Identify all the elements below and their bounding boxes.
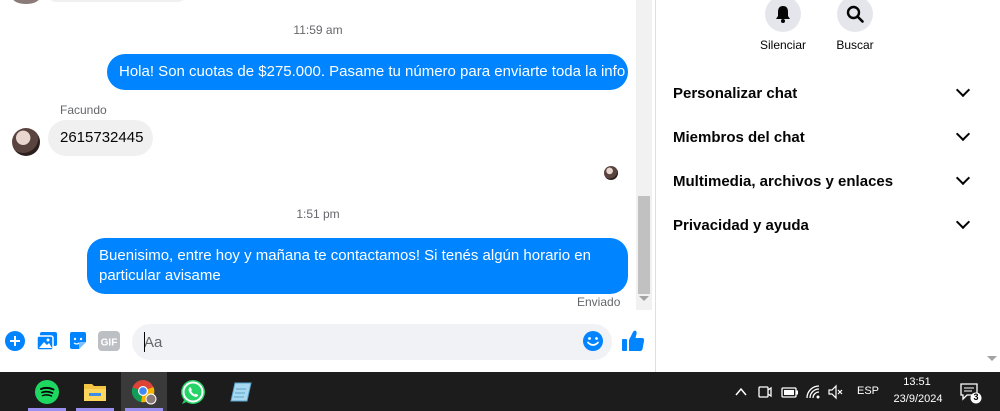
section-customize-chat[interactable]: Personalizar chat (664, 73, 974, 113)
section-title: Miembros del chat (673, 128, 805, 146)
message-status: Enviado (577, 295, 621, 309)
spotify-icon[interactable] (24, 372, 70, 411)
mute-label: Silenciar (759, 38, 807, 52)
chat-scrollbar[interactable] (636, 0, 652, 310)
scrollbar-thumb[interactable] (638, 196, 650, 294)
notification-center-icon[interactable]: 3 (960, 382, 982, 404)
search-icon[interactable] (837, 0, 873, 32)
plus-icon[interactable] (4, 330, 26, 352)
avatar (12, 0, 40, 4)
meet-now-icon[interactable] (757, 384, 773, 400)
section-media-files-links[interactable]: Multimedia, archivos y enlaces (664, 161, 974, 201)
section-title: Privacidad y ayuda (673, 216, 809, 234)
emoji-icon[interactable] (582, 330, 604, 352)
section-title: Personalizar chat (673, 84, 798, 102)
scroll-down-arrow[interactable] (639, 296, 649, 301)
mute-button[interactable]: Silenciar (743, 0, 823, 52)
clock-time[interactable]: 13:51 (902, 376, 932, 388)
search-label: Buscar (836, 38, 874, 52)
volume-muted-icon[interactable] (828, 384, 844, 400)
taskbar-edge (0, 384, 3, 398)
wifi-icon[interactable] (805, 384, 821, 400)
notepad-icon[interactable] (218, 372, 264, 411)
seen-avatar (604, 166, 618, 180)
message-bubble (48, 0, 186, 2)
chrome-icon[interactable] (121, 372, 167, 411)
message-composer: GIF (0, 318, 656, 366)
svg-text:GIF: GIF (101, 338, 118, 349)
notification-count: 3 (973, 392, 979, 402)
whatsapp-icon[interactable] (170, 372, 216, 411)
sender-name: Facundo (60, 103, 107, 117)
photo-icon[interactable] (36, 330, 58, 352)
bell-icon[interactable] (765, 0, 801, 32)
chevron-up-icon[interactable] (733, 384, 749, 400)
like-icon[interactable] (620, 329, 646, 355)
battery-icon[interactable] (781, 384, 798, 400)
sticker-icon[interactable] (67, 330, 89, 352)
chevron-down-icon (955, 214, 971, 230)
scroll-down-arrow[interactable] (987, 356, 997, 361)
message-timestamp: 1:51 pm (296, 207, 340, 221)
incoming-message[interactable]: 2615732445 (48, 120, 153, 156)
chevron-down-icon (955, 170, 971, 186)
message-input[interactable] (132, 324, 612, 360)
outgoing-message[interactable]: Buenisimo, entre hoy y mañana te contact… (87, 238, 628, 294)
outgoing-message[interactable]: Hola! Son cuotas de $275.000. Pasame tu … (107, 54, 628, 90)
message-timestamp: 11:59 am (293, 23, 343, 37)
section-chat-members[interactable]: Miembros del chat (664, 117, 974, 157)
file-explorer-icon[interactable] (72, 372, 118, 411)
text-caret (144, 332, 145, 352)
language-indicator[interactable]: ESP (857, 385, 879, 397)
clock-date[interactable]: 23/9/2024 (890, 393, 946, 405)
chevron-down-icon (955, 126, 971, 142)
taskbar: ESP 13:51 23/9/2024 3 (0, 372, 1000, 411)
chat-pane: 11:59 am Hola! Son cuotas de $275.000. P… (0, 0, 656, 372)
gif-icon[interactable]: GIF (98, 330, 120, 352)
chat-info-panel: Silenciar Buscar Personalizar chat Miemb… (656, 0, 1000, 372)
section-privacy-help[interactable]: Privacidad y ayuda (664, 205, 974, 245)
chevron-down-icon (955, 82, 971, 98)
messenger-window: 11:59 am Hola! Son cuotas de $275.000. P… (0, 0, 1000, 372)
contact-avatar[interactable] (12, 128, 40, 156)
section-title: Multimedia, archivos y enlaces (673, 172, 894, 190)
search-button[interactable]: Buscar (815, 0, 895, 52)
